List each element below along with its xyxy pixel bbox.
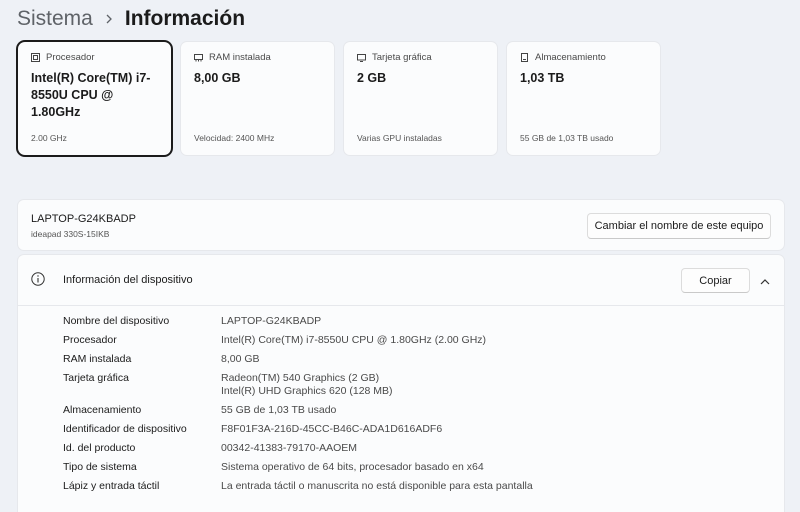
spec-row: Nombre del dispositivo LAPTOP-G24KBADP [63, 315, 533, 328]
card-label: Procesador [46, 52, 95, 63]
processor-icon [31, 53, 40, 62]
spec-row: Almacenamiento 55 GB de 1,03 TB usado [63, 404, 533, 417]
spec-key: RAM instalada [63, 353, 132, 365]
spec-value: Radeon(TM) 540 Graphics (2 GB) [221, 372, 380, 384]
spec-row: Lápiz y entrada táctil La entrada táctil… [63, 480, 533, 493]
spec-key: Procesador [63, 334, 117, 346]
card-value: 2 GB [357, 71, 387, 85]
spec-value: 8,00 GB [221, 353, 260, 365]
chevron-up-icon[interactable] [760, 274, 770, 285]
card-value: 8,00 GB [194, 71, 241, 85]
card-value: 1,03 TB [520, 71, 565, 85]
spec-row: Tarjeta gráfica Radeon(TM) 540 Graphics … [63, 372, 533, 398]
device-info-title: Información del dispositivo [63, 274, 193, 286]
spec-key: Nombre del dispositivo [63, 315, 170, 327]
spec-value: LAPTOP-G24KBADP [221, 315, 322, 327]
breadcrumb-parent[interactable]: Sistema [17, 7, 93, 31]
chevron-right-icon [105, 11, 113, 27]
card-label: RAM instalada [209, 52, 271, 63]
card-sub: Varias GPU instaladas [357, 133, 442, 143]
card-label: Almacenamiento [535, 52, 606, 63]
graphics-card-icon [357, 53, 366, 62]
spec-key: Tipo de sistema [63, 461, 137, 473]
storage-icon [520, 53, 529, 62]
card-storage[interactable]: Almacenamiento 1,03 TB 55 GB de 1,03 TB … [507, 42, 660, 155]
spec-value: Intel(R) Core(TM) i7-8550U CPU @ 1.80GHz… [221, 334, 487, 346]
card-graphics[interactable]: Tarjeta gráfica 2 GB Varias GPU instalad… [344, 42, 497, 155]
card-label: Tarjeta gráfica [372, 52, 432, 63]
card-sub: 2.00 GHz [31, 133, 67, 143]
ram-icon [194, 53, 203, 62]
device-info-header[interactable]: Información del dispositivo Copiar [18, 255, 784, 306]
card-sub: Velocidad: 2400 MHz [194, 133, 275, 143]
spec-key: Id. del producto [63, 442, 136, 454]
card-processor[interactable]: Procesador Intel(R) Core(TM) i7-8550U CP… [18, 42, 171, 155]
spec-value: F8F01F3A-216D-45CC-B46C-ADA1D616ADF6 [221, 423, 443, 435]
spec-row: Id. del producto 00342-41383-79170-AAOEM [63, 442, 533, 455]
spec-row: RAM instalada 8,00 GB [63, 353, 533, 366]
spec-value: 00342-41383-79170-AAOEM [221, 442, 358, 454]
pc-name: LAPTOP-G24KBADP [31, 213, 136, 225]
spec-cards: Procesador Intel(R) Core(TM) i7-8550U CP… [18, 42, 660, 155]
device-info-panel: Información del dispositivo Copiar Nombr… [18, 255, 784, 512]
page-title: Información [124, 7, 246, 30]
spec-value: Sistema operativo de 64 bits, procesador… [221, 461, 484, 473]
spec-row: Tipo de sistema Sistema operativo de 64 … [63, 461, 533, 474]
spec-key: Almacenamiento [63, 404, 142, 416]
breadcrumb: Sistema Información [17, 4, 245, 34]
spec-key: Tarjeta gráfica [63, 372, 129, 384]
pc-name-panel: LAPTOP-G24KBADP ideapad 330S-15IKB Cambi… [18, 200, 784, 250]
spec-value: La entrada táctil o manuscrita no está d… [221, 480, 533, 492]
pc-model: ideapad 330S-15IKB [31, 229, 110, 239]
rename-pc-button[interactable]: Cambiar el nombre de este equipo [587, 213, 771, 239]
spec-row: Identificador de dispositivo F8F01F3A-21… [63, 423, 533, 436]
spec-key: Identificador de dispositivo [63, 423, 187, 435]
copy-button[interactable]: Copiar [681, 268, 750, 293]
card-ram[interactable]: RAM instalada 8,00 GB Velocidad: 2400 MH… [181, 42, 334, 155]
card-sub: 55 GB de 1,03 TB usado [520, 133, 614, 143]
spec-value: Intel(R) UHD Graphics 620 (128 MB) [221, 385, 393, 397]
device-spec-list: Nombre del dispositivo LAPTOP-G24KBADP P… [63, 315, 533, 499]
spec-row: Procesador Intel(R) Core(TM) i7-8550U CP… [63, 334, 533, 347]
spec-key: Lápiz y entrada táctil [63, 480, 160, 492]
spec-value: 55 GB de 1,03 TB usado [221, 404, 337, 416]
card-value: Intel(R) Core(TM) i7-8550U CPU @ 1.80GHz [31, 71, 151, 119]
info-icon [31, 272, 45, 286]
